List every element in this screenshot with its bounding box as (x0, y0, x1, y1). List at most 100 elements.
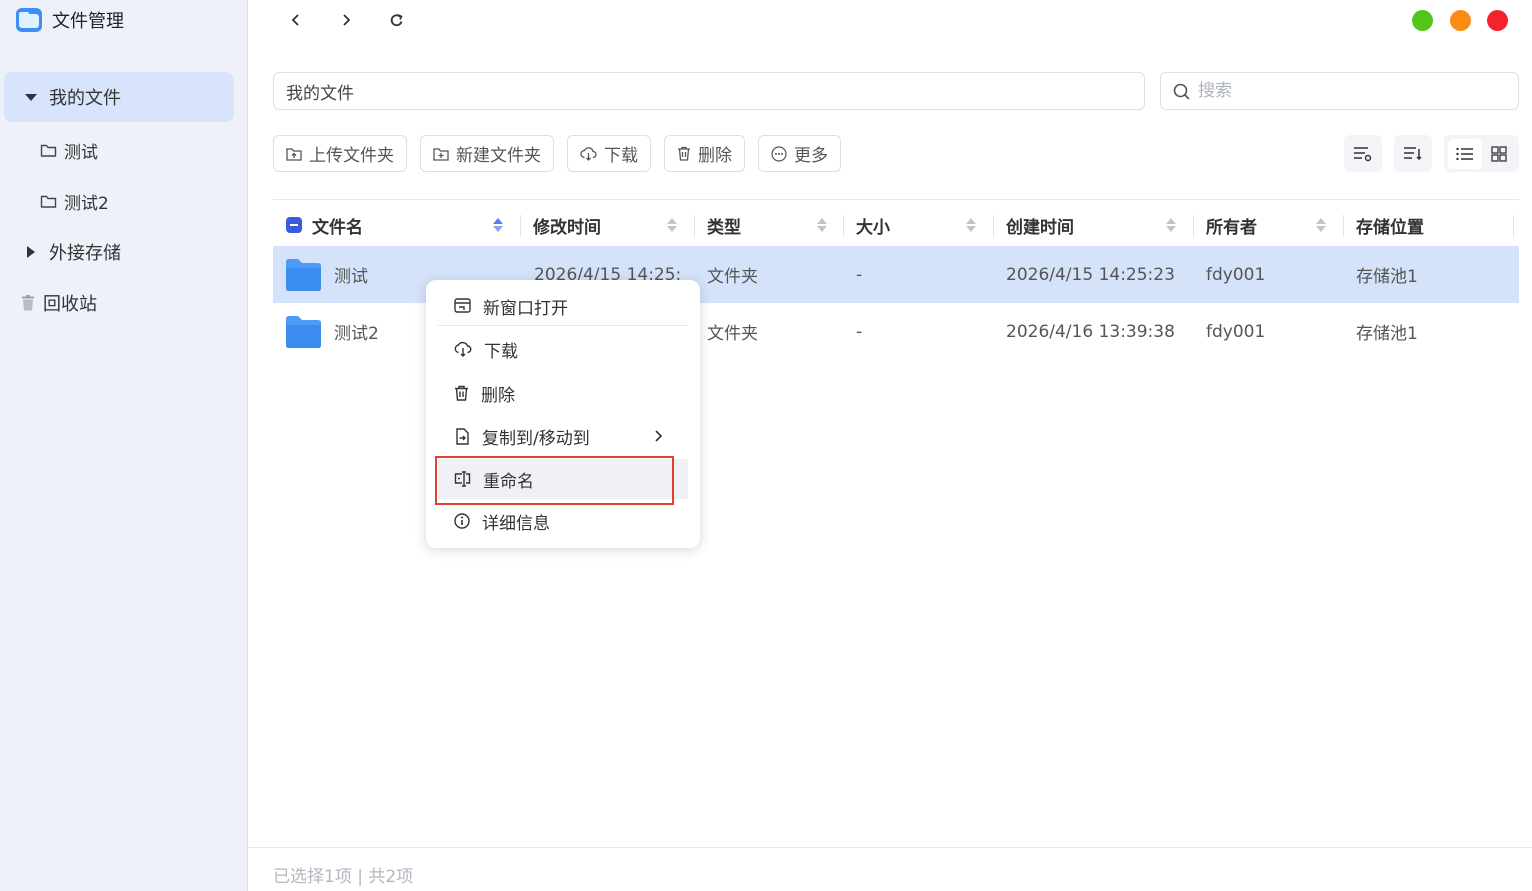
select-all-checkbox[interactable] (286, 217, 302, 233)
toolbar-divider (273, 199, 1519, 200)
sidebar-item-label: 测试 (64, 142, 98, 163)
refresh-button[interactable] (384, 8, 408, 32)
sidebar-item-label: 我的文件 (49, 88, 121, 109)
location-cell: 存储池1 (1356, 324, 1418, 344)
sidebar-item-test[interactable]: 测试 (40, 137, 98, 163)
size-cell: - (856, 321, 863, 342)
folder-icon (286, 315, 321, 348)
sidebar-item-label: 回收站 (43, 294, 97, 315)
sort-icon (1404, 146, 1422, 160)
folder-outline-icon (40, 144, 57, 157)
menu-item-delete[interactable]: 删除 (438, 373, 688, 413)
menu-item-rename[interactable]: 重命名 (438, 459, 688, 499)
owner-cell: fdy001 (1206, 321, 1266, 342)
info-icon (454, 513, 470, 529)
column-header-size[interactable]: 大小 (844, 205, 994, 245)
rename-icon (454, 471, 471, 487)
search-icon (1173, 83, 1190, 100)
sort-indicator-icon[interactable] (817, 218, 827, 232)
filter-settings-icon (1354, 146, 1372, 161)
more-button[interactable]: 更多 (758, 135, 841, 172)
maximize-window-button[interactable] (1412, 10, 1433, 31)
new-folder-button[interactable]: 新建文件夹 (420, 135, 554, 172)
menu-item-details[interactable]: 详细信息 (438, 501, 688, 541)
search-box[interactable] (1160, 72, 1519, 110)
history-navigation (284, 8, 408, 32)
owner-cell: fdy001 (1206, 264, 1266, 285)
table-header: 文件名 修改时间 类型 大小 创建时间 所有者 存储位置 (273, 205, 1519, 245)
toolbar: 上传文件夹 新建文件夹 下载 删除 更多 (273, 135, 841, 172)
column-header-location[interactable]: 存储位置 (1344, 205, 1514, 245)
size-cell: - (856, 264, 863, 285)
refresh-icon (390, 13, 403, 26)
path-value: 我的文件 (286, 83, 354, 104)
upload-folder-button[interactable]: 上传文件夹 (273, 135, 407, 172)
chevron-left-icon (291, 14, 299, 26)
folder-icon (286, 258, 321, 291)
caret-right-icon (27, 246, 35, 258)
sidebar-item-external-storage[interactable]: 外接存储 (24, 239, 121, 265)
sidebar-item-my-files[interactable]: 我的文件 (4, 72, 234, 122)
list-view-icon (1455, 147, 1473, 160)
created-cell: 2026/4/16 13:39:38 (1006, 321, 1175, 342)
caret-down-icon (25, 94, 37, 101)
app-logo-icon (16, 8, 42, 32)
forward-button[interactable] (334, 8, 358, 32)
list-view-button[interactable] (1447, 138, 1482, 169)
upload-folder-icon (286, 147, 302, 161)
close-window-button[interactable] (1487, 10, 1508, 31)
sidebar-item-test2[interactable]: 测试2 (40, 188, 109, 214)
path-input[interactable]: 我的文件 (273, 72, 1145, 110)
sort-button[interactable] (1394, 135, 1432, 172)
type-cell: 文件夹 (707, 267, 758, 287)
column-header-owner[interactable]: 所有者 (1194, 205, 1344, 245)
new-window-icon (454, 298, 471, 313)
type-cell: 文件夹 (707, 324, 758, 344)
grid-view-button[interactable] (1482, 139, 1516, 169)
filter-settings-button[interactable] (1344, 135, 1382, 172)
download-button[interactable]: 下载 (567, 135, 651, 172)
sort-indicator-icon[interactable] (667, 218, 677, 232)
new-folder-icon (433, 147, 449, 161)
minimize-window-button[interactable] (1450, 10, 1471, 31)
trash-icon (22, 295, 34, 311)
column-header-type[interactable]: 类型 (695, 205, 844, 245)
menu-item-open-new-window[interactable]: 新窗口打开 (438, 286, 688, 326)
more-dots-icon (771, 145, 787, 162)
location-cell: 存储池1 (1356, 267, 1418, 287)
column-header-modified[interactable]: 修改时间 (521, 205, 695, 245)
footer-divider (248, 847, 1532, 848)
delete-label: 删除 (698, 146, 732, 166)
back-button[interactable] (284, 8, 308, 32)
sidebar: 文件管理 我的文件 测试 测试2 外接存储 回收站 (0, 0, 248, 891)
sidebar-item-label: 测试2 (64, 193, 109, 214)
sidebar-item-label: 外接存储 (49, 243, 121, 264)
sort-indicator-icon[interactable] (966, 218, 976, 232)
sort-indicator-icon[interactable] (1166, 218, 1176, 232)
created-cell: 2026/4/15 14:25:23 (1006, 264, 1175, 285)
move-to-icon (456, 427, 469, 445)
sort-indicator-icon[interactable] (1316, 218, 1326, 232)
chevron-right-icon (343, 14, 351, 26)
column-header-name[interactable]: 文件名 (273, 205, 521, 245)
menu-item-download[interactable]: 下载 (438, 329, 688, 369)
cloud-download-icon (454, 341, 472, 357)
selection-status: 已选择1项 | 共2项 (273, 867, 414, 887)
menu-item-copy-move[interactable]: 复制到/移动到 (438, 416, 688, 456)
view-toggle (1444, 135, 1519, 172)
new-folder-label: 新建文件夹 (456, 146, 541, 166)
chevron-right-icon (655, 430, 662, 442)
search-input[interactable] (1198, 81, 1498, 101)
context-menu: 新窗口打开 下载 删除 复制到/移动到 重命名 详细信息 (426, 280, 700, 548)
cloud-download-icon (580, 146, 597, 161)
grid-view-icon (1490, 145, 1507, 162)
app-header: 文件管理 (16, 6, 124, 34)
column-header-created[interactable]: 创建时间 (994, 205, 1194, 245)
delete-button[interactable]: 删除 (664, 135, 745, 172)
sort-indicator-icon[interactable] (493, 218, 503, 232)
upload-folder-label: 上传文件夹 (309, 146, 394, 166)
trash-icon (678, 146, 690, 161)
download-label: 下载 (604, 146, 638, 166)
sidebar-item-recycle-bin[interactable]: 回收站 (21, 290, 97, 316)
app-title: 文件管理 (52, 11, 124, 32)
